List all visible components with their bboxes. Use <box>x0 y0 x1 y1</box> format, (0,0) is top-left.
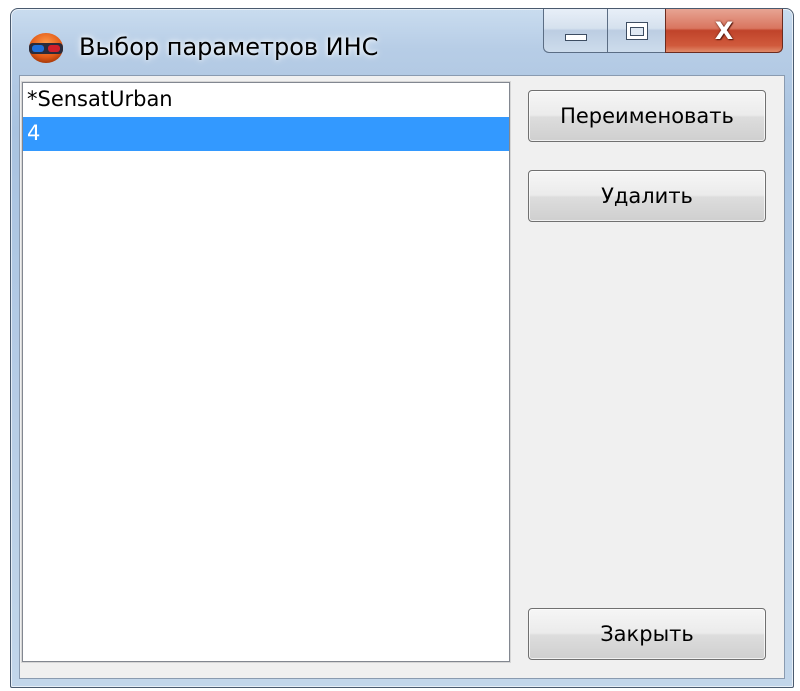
title-bar[interactable]: Выбор параметров ИНС X <box>11 9 793 81</box>
3d-glasses-icon <box>29 33 63 63</box>
close-button[interactable]: Закрыть <box>528 608 766 660</box>
caption-buttons: X <box>543 9 787 55</box>
close-icon: X <box>714 16 734 45</box>
rename-button[interactable]: Переименовать <box>528 90 766 142</box>
delete-button[interactable]: Удалить <box>528 170 766 222</box>
list-item[interactable]: *SensatUrban <box>23 83 509 117</box>
list-item-selected[interactable]: 4 <box>23 117 509 151</box>
close-window-button[interactable]: X <box>665 9 783 53</box>
maximize-button[interactable] <box>607 9 665 53</box>
minimize-button[interactable] <box>543 9 607 53</box>
maximize-icon <box>625 21 648 40</box>
minimize-icon <box>564 34 587 41</box>
ins-parameters-list[interactable]: *SensatUrban 4 <box>21 81 511 663</box>
window-title: Выбор параметров ИНС <box>79 33 379 61</box>
